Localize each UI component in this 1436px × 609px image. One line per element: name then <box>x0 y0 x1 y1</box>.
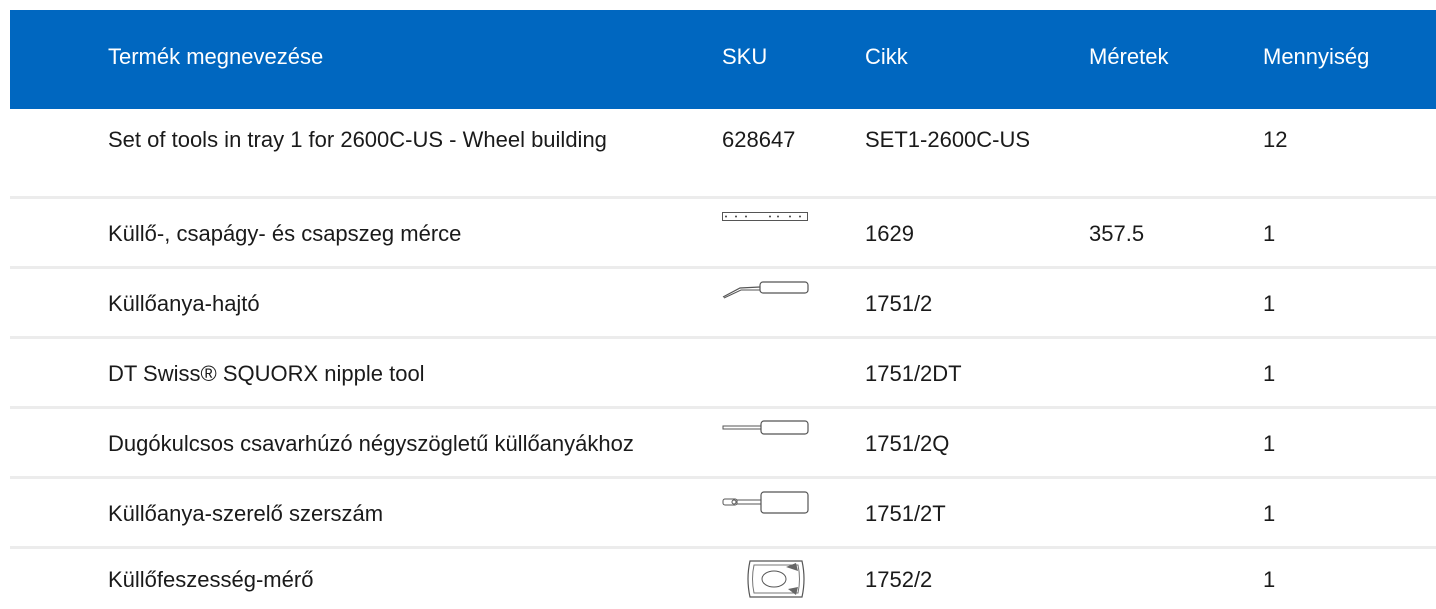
row-cikk: 1751/2 <box>865 291 933 316</box>
row-qty: 1 <box>1263 221 1276 246</box>
row-cikk: 1751/2T <box>865 501 946 526</box>
row-qty: 1 <box>1263 501 1276 526</box>
header-sku: SKU <box>722 44 768 69</box>
header-cikk: Cikk <box>865 44 908 69</box>
row-qty: 12 <box>1263 127 1288 152</box>
header-qty: Mennyiség <box>1263 44 1370 69</box>
table-row: Dugókulcsos csavarhúzó négyszögletű küll… <box>10 409 1436 479</box>
row-name: Küllőanya-hajtó <box>108 291 260 316</box>
row-qty: 1 <box>1263 361 1276 386</box>
table-row: Küllőfeszesség-mérő 1752/2 1 <box>10 549 1436 609</box>
ruler-icon <box>722 209 808 227</box>
table-header: Termék megnevezése SKU Cikk Méretek Menn… <box>10 10 1436 109</box>
socket-screwdriver-icon <box>722 420 810 441</box>
table-row: Küllőanya-hajtó 1751/2 1 <box>10 269 1436 339</box>
row-qty: 1 <box>1263 567 1276 592</box>
row-qty: 1 <box>1263 291 1276 316</box>
row-name: DT Swiss® SQUORX nipple tool <box>108 361 425 386</box>
row-name: Set of tools in tray 1 for 2600C-US - Wh… <box>108 127 607 152</box>
row-cikk: 1752/2 <box>865 567 933 592</box>
row-cikk: 1751/2Q <box>865 431 950 456</box>
product-table: Termék megnevezése SKU Cikk Méretek Menn… <box>10 10 1436 609</box>
table-row: Set of tools in tray 1 for 2600C-US - Wh… <box>10 109 1436 199</box>
table-row: DT Swiss® SQUORX nipple tool 1751/2DT 1 <box>10 339 1436 409</box>
row-sku: 628647 <box>722 127 796 152</box>
row-name: Küllő-, csapágy- és csapszeg mérce <box>108 221 462 246</box>
row-size: 357.5 <box>1089 221 1145 246</box>
row-name: Dugókulcsos csavarhúzó négyszögletű küll… <box>108 431 634 456</box>
header-name: Termék megnevezése <box>108 44 324 69</box>
nipple-driver-icon <box>722 279 810 304</box>
nipple-tool-icon <box>722 491 810 520</box>
row-cikk: 1629 <box>865 221 914 246</box>
row-cikk: SET1-2600C-US <box>865 127 1031 152</box>
row-name: Küllőfeszesség-mérő <box>108 567 314 592</box>
tension-meter-icon <box>744 557 808 606</box>
table-row: Küllő-, csapágy- és csapszeg mérce 1629 … <box>10 199 1436 269</box>
row-qty: 1 <box>1263 431 1276 456</box>
table-row: Küllőanya-szerelő szerszám 1751/2T 1 <box>10 479 1436 549</box>
header-size: Méretek <box>1089 44 1169 69</box>
row-cikk: 1751/2DT <box>865 361 962 386</box>
row-name: Küllőanya-szerelő szerszám <box>108 501 384 526</box>
